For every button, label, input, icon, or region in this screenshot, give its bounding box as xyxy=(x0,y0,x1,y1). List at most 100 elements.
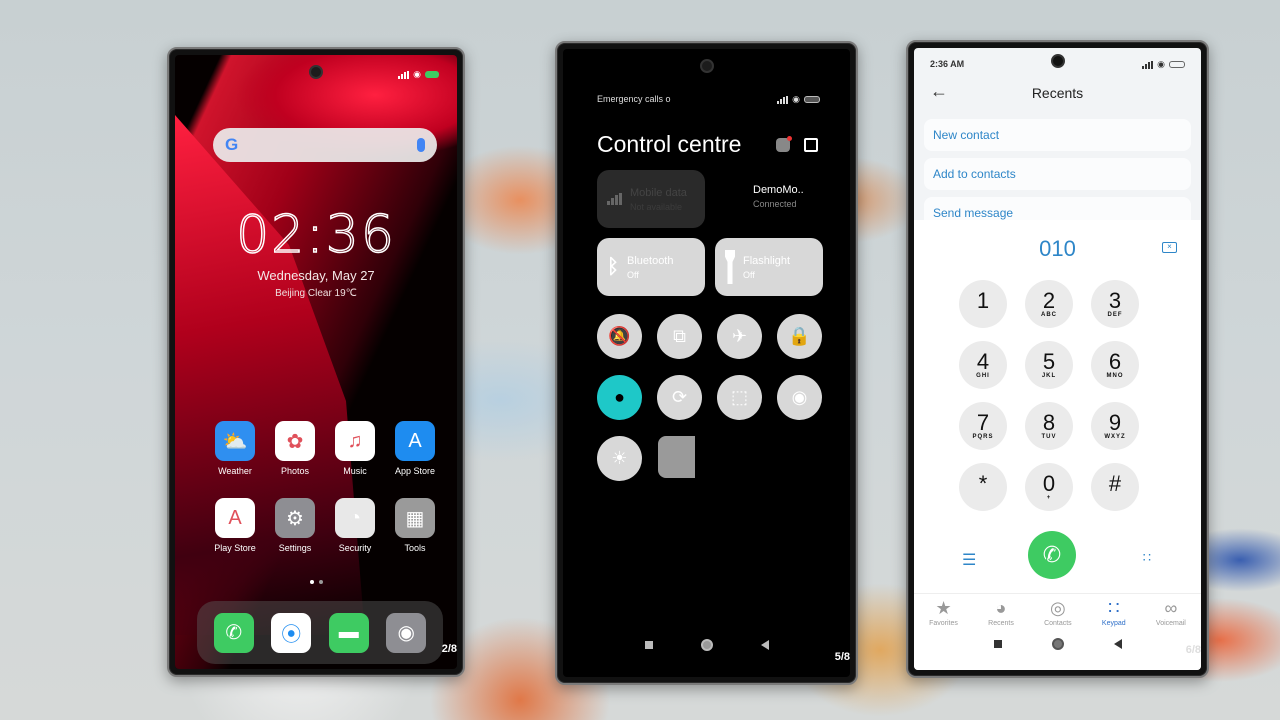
key-digit: 7 xyxy=(976,409,990,435)
key-letters: PQRS xyxy=(972,433,994,440)
settings-shortcut-icon[interactable] xyxy=(776,136,792,152)
app-label: Settings xyxy=(278,543,312,553)
dialed-number: 010 xyxy=(1039,236,1076,261)
mobile-data-tile[interactable]: Mobile data Not available xyxy=(597,170,705,228)
app-label: Security xyxy=(338,543,372,553)
rotation-lock-toggle[interactable]: ⟳ xyxy=(657,375,702,420)
call-button[interactable]: ✆ xyxy=(1028,531,1076,579)
camera-icon[interactable]: ◉ xyxy=(386,612,427,653)
tab-voicemail[interactable]: ∞ Voicemail xyxy=(1156,594,1186,630)
app-settings[interactable]: ⚙ Settings xyxy=(265,498,325,553)
app-grid: ⛅ Weather ✿ Photos ♫ Music A App Store A Play Sto… xyxy=(205,421,445,553)
page-dot[interactable] xyxy=(318,580,323,584)
app-music[interactable]: ♫ Music xyxy=(325,421,385,476)
dial-key[interactable]: 6 MNO xyxy=(1091,341,1139,389)
lock-toggle[interactable]: 🔒 xyxy=(777,314,822,359)
scanner-toggle[interactable]: ⬚ xyxy=(717,375,762,420)
dial-key[interactable]: 0 + xyxy=(1025,463,1073,511)
dial-key[interactable]: 4 GHI xyxy=(959,341,1007,389)
app-security[interactable]: ◔ Security xyxy=(325,498,385,553)
tab-favorites[interactable]: ★ Favorites xyxy=(929,594,958,630)
app-weather[interactable]: ⛅ Weather xyxy=(205,421,265,476)
key-digit: 5 xyxy=(1042,348,1056,374)
status-bar-icons: ◉ xyxy=(1142,59,1185,70)
call-log-list-icon[interactable]: ☰ xyxy=(962,550,976,570)
airplane-mode-toggle[interactable]: ✈ xyxy=(717,314,762,359)
microphone-icon[interactable] xyxy=(417,138,425,152)
signal-icon xyxy=(607,193,622,205)
wifi-icon: ◉ xyxy=(792,94,800,104)
google-search-bar[interactable]: G xyxy=(213,128,437,162)
weather-icon: ⛅ xyxy=(215,421,255,461)
dial-key[interactable]: 1 xyxy=(959,280,1007,328)
tab-recents[interactable]: ◕ Recents xyxy=(988,594,1014,630)
brightness-toggle[interactable]: ☀ xyxy=(597,436,642,481)
add-to-contacts-button[interactable]: Add to contacts xyxy=(924,158,1191,190)
dial-key[interactable]: 7 PQRS xyxy=(959,402,1007,450)
edit-icon[interactable] xyxy=(804,138,818,152)
key-letters: WXYZ xyxy=(1104,433,1126,440)
dial-key[interactable]: 2 ABC xyxy=(1025,280,1073,328)
hide-keypad-icon[interactable]: ∷ xyxy=(1143,550,1151,566)
header-actions xyxy=(776,136,818,152)
app-photos[interactable]: ✿ Photos xyxy=(265,421,325,476)
tile-title: Mobile data xyxy=(630,186,687,199)
tab-label: Contacts xyxy=(1044,620,1072,627)
page-dot-active[interactable] xyxy=(309,580,314,584)
screenshot-toggle[interactable]: ⧉ xyxy=(657,314,702,359)
dial-key[interactable]: 9 WXYZ xyxy=(1091,402,1139,450)
backspace-icon[interactable]: × xyxy=(1162,242,1177,253)
mute-icon: 🔕 xyxy=(608,326,631,346)
phone-icon[interactable]: ✆ xyxy=(213,612,254,653)
dial-key[interactable]: 5 JKL xyxy=(1025,341,1073,389)
wifi-tile[interactable]: DemoMo.. Connected xyxy=(715,170,823,228)
app-tools[interactable]: ▦ Tools xyxy=(385,498,445,553)
dial-key[interactable]: 3 DEF xyxy=(1091,280,1139,328)
key-digit: 8 xyxy=(1042,409,1056,435)
key-digit: 1 xyxy=(976,287,990,313)
messages-icon[interactable]: ▬ xyxy=(328,612,369,653)
navigation-bar xyxy=(914,638,1201,650)
flashlight-tile[interactable]: Flashlight Off xyxy=(715,238,823,296)
status-bar-icons: ◉ xyxy=(777,94,820,105)
home-nav-button[interactable] xyxy=(700,639,713,651)
partial-tile[interactable] xyxy=(658,436,695,478)
recents-nav-button[interactable] xyxy=(644,641,653,649)
key-digit: 9 xyxy=(1108,409,1122,435)
recents-nav-button[interactable] xyxy=(993,640,1002,648)
tab-contacts[interactable]: ◎ Contacts xyxy=(1044,594,1072,630)
bluetooth-tile[interactable]: ᛒ Bluetooth Off xyxy=(597,238,705,296)
key-letters: MNO xyxy=(1106,372,1124,379)
dial-key[interactable]: # xyxy=(1091,463,1139,511)
safari-icon[interactable]: ⦿ xyxy=(271,612,312,653)
google-logo-icon: G xyxy=(225,135,239,154)
bluetooth-icon: ᛒ xyxy=(607,255,619,278)
new-contact-button[interactable]: New contact xyxy=(924,119,1191,151)
location-toggle[interactable]: ● xyxy=(597,375,642,420)
rotation-lock-icon: ⟳ xyxy=(671,387,688,407)
dial-key[interactable]: 8 TUV xyxy=(1025,402,1073,450)
tab-label: Voicemail xyxy=(1155,620,1186,627)
key-letters: DEF xyxy=(1107,311,1123,318)
app-store-icon: A xyxy=(395,421,435,461)
app-app-store[interactable]: A App Store xyxy=(385,421,445,476)
weather-summary: Beijing Clear 19℃ xyxy=(275,288,357,299)
tile-title: DemoMo.. xyxy=(753,184,804,196)
status-time: 2:36 AM xyxy=(930,59,965,69)
scanner-icon: ⬚ xyxy=(730,387,748,407)
tab-label: Recents xyxy=(988,620,1014,627)
back-nav-button[interactable] xyxy=(1113,639,1122,649)
key-letters: JKL xyxy=(1041,372,1057,379)
key-digit: 3 xyxy=(1108,287,1122,313)
clock-date: Wednesday, May 27 xyxy=(257,268,375,283)
home-nav-button[interactable] xyxy=(1051,638,1064,650)
tab-keypad[interactable]: ∷ Keypad xyxy=(1102,594,1126,630)
tile-status: Off xyxy=(743,269,755,280)
app-play-store[interactable]: A Play Store xyxy=(205,498,265,553)
reading-mode-toggle[interactable]: ◉ xyxy=(777,375,822,420)
key-letters: ABC xyxy=(1041,311,1057,318)
mute-toggle[interactable]: 🔕 xyxy=(597,314,642,359)
dial-key[interactable]: * xyxy=(959,463,1007,511)
back-nav-button[interactable] xyxy=(760,640,769,650)
key-digit: * xyxy=(978,470,988,496)
